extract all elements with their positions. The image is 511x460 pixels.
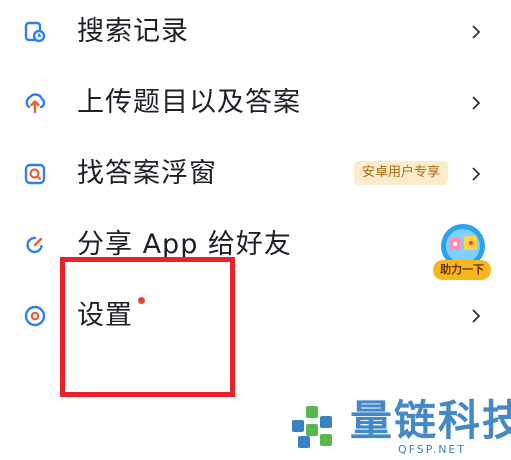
menu-item-label: 分享 App 给好友 <box>77 229 292 260</box>
settings-icon <box>24 305 46 327</box>
menu-item-floating-window[interactable]: 找答案浮窗 安卓用户专享 <box>0 144 511 204</box>
chevron-right-icon <box>472 25 481 39</box>
search-history-icon <box>24 21 46 43</box>
help-promo-badge[interactable]: 助力一下 <box>431 222 495 284</box>
share-icon <box>26 236 43 254</box>
floating-window-icon <box>24 163 46 185</box>
menu-item-label: 找答案浮窗 <box>77 158 217 189</box>
watermark-name: 量链科技 <box>350 396 511 445</box>
watermark-domain: QFSP.NET <box>398 443 467 456</box>
watermark-logo <box>292 406 332 448</box>
menu-item-search-history[interactable]: 搜索记录 <box>0 2 511 62</box>
upload-icon <box>25 93 46 114</box>
menu-item-label: 上传题目以及答案 <box>77 87 301 118</box>
chevron-right-icon <box>472 309 481 323</box>
chevron-right-icon <box>472 96 481 110</box>
help-badge-label: 助力一下 <box>433 260 491 280</box>
chevron-right-icon <box>472 167 481 181</box>
android-exclusive-badge: 安卓用户专享 <box>354 161 449 185</box>
highlight-annotation-box <box>60 257 235 397</box>
menu-item-label: 搜索记录 <box>77 16 189 47</box>
menu-item-upload[interactable]: 上传题目以及答案 <box>0 73 511 133</box>
